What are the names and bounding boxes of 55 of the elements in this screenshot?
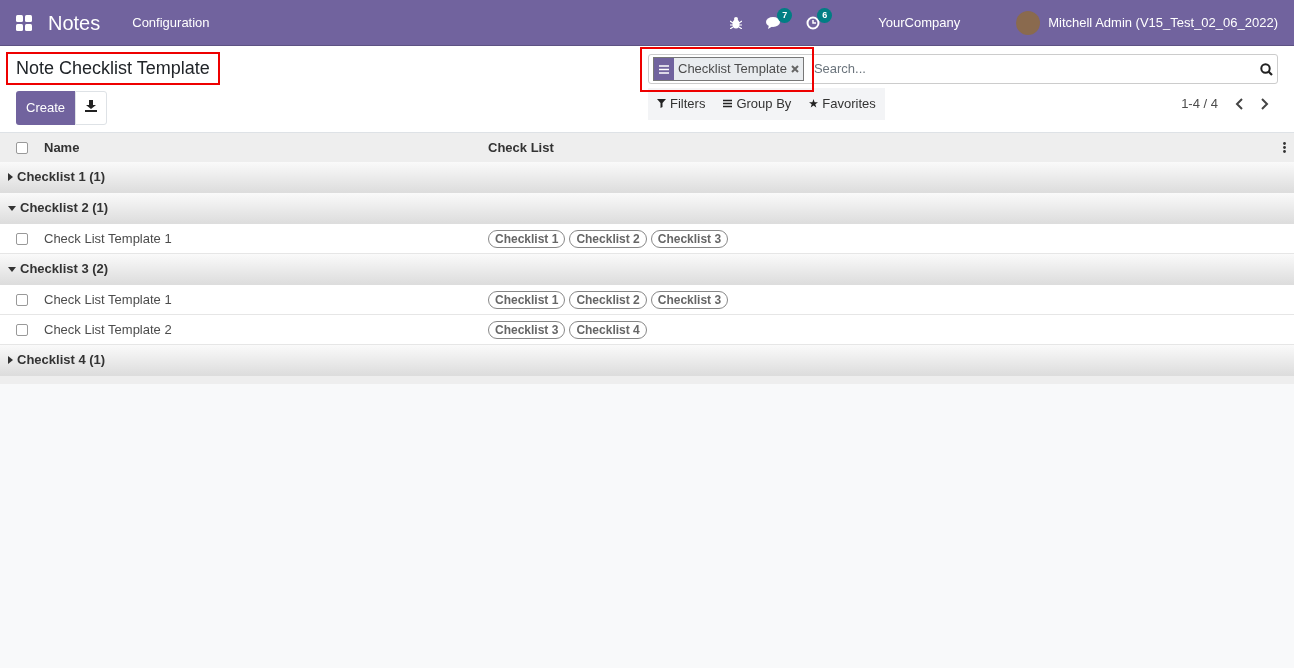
counter-badge: 7 [777, 7, 793, 23]
tag: Checklist 1 [488, 290, 566, 309]
avatar-circle [1016, 10, 1041, 35]
apps-menu-icon[interactable] [16, 14, 32, 31]
chat-icon[interactable] [766, 15, 783, 30]
tag: Checklist 2 [569, 229, 647, 248]
company-name[interactable]: YourCompany [870, 12, 961, 33]
download-button[interactable] [75, 91, 108, 125]
search-icon[interactable] [1260, 62, 1273, 76]
previous-icon[interactable] [1234, 97, 1244, 110]
more-options-icon[interactable] [1283, 142, 1286, 153]
next-icon[interactable] [1260, 97, 1270, 110]
filter-menu-button[interactable]: Group By [714, 88, 801, 120]
column-header[interactable]: Name [44, 137, 488, 158]
group-row[interactable]: Checklist 2 (1) [0, 193, 1294, 224]
bug-icon[interactable] [730, 16, 743, 29]
app-name[interactable]: Notes [48, 7, 101, 38]
filter-menu-button[interactable]: Favorites [800, 88, 885, 120]
caret-right-icon [8, 356, 13, 364]
star-icon [809, 99, 819, 109]
caret-right-icon [8, 173, 13, 181]
group-row[interactable]: Checklist 1 (1) [0, 162, 1294, 193]
group-row[interactable]: Checklist 4 (1) [0, 345, 1294, 376]
group-row[interactable]: Checklist 3 (2) [0, 254, 1294, 285]
row-checkbox[interactable] [16, 323, 28, 336]
caret-down-icon [8, 266, 16, 272]
create-button[interactable]: Create [16, 91, 76, 125]
tag: Checklist 3 [488, 320, 566, 339]
filter-menu-button[interactable]: Filters [648, 88, 715, 120]
search-facet[interactable]: Checklist Template [653, 57, 804, 81]
menu-item[interactable]: Configuration [124, 12, 210, 33]
tag: Checklist 1 [488, 229, 566, 248]
close-icon[interactable] [790, 65, 799, 73]
group-list-icon [654, 58, 674, 80]
download-icon [85, 100, 98, 112]
table-cell: Check List Template 1 [44, 230, 172, 246]
tag: Checklist 3 [650, 229, 729, 248]
page-title: Note Checklist Template [8, 54, 218, 83]
select-all-checkbox[interactable] [16, 141, 28, 154]
search-bar[interactable]: Checklist Template Search... [648, 54, 1278, 84]
list-icon [723, 99, 733, 109]
user-name[interactable]: Mitchell Admin (V15_Test_02_06_2022) [1048, 12, 1278, 33]
row-checkbox[interactable] [16, 293, 28, 306]
tag: Checklist 2 [569, 290, 647, 309]
filter-icon [657, 99, 666, 109]
tag: Checklist 3 [650, 290, 729, 309]
column-header[interactable]: Check List [488, 137, 1283, 158]
table-cell: Check List Template 1 [44, 291, 172, 307]
table-cell: Check List Template 2 [44, 321, 172, 337]
facet-label: Checklist Template [677, 60, 788, 79]
row-checkbox[interactable] [16, 232, 28, 245]
counter-badge: 6 [817, 7, 833, 23]
caret-down-icon [8, 205, 16, 211]
tag: Checklist 4 [569, 320, 647, 339]
pager-value: 1-4 / 4 [1181, 95, 1218, 113]
